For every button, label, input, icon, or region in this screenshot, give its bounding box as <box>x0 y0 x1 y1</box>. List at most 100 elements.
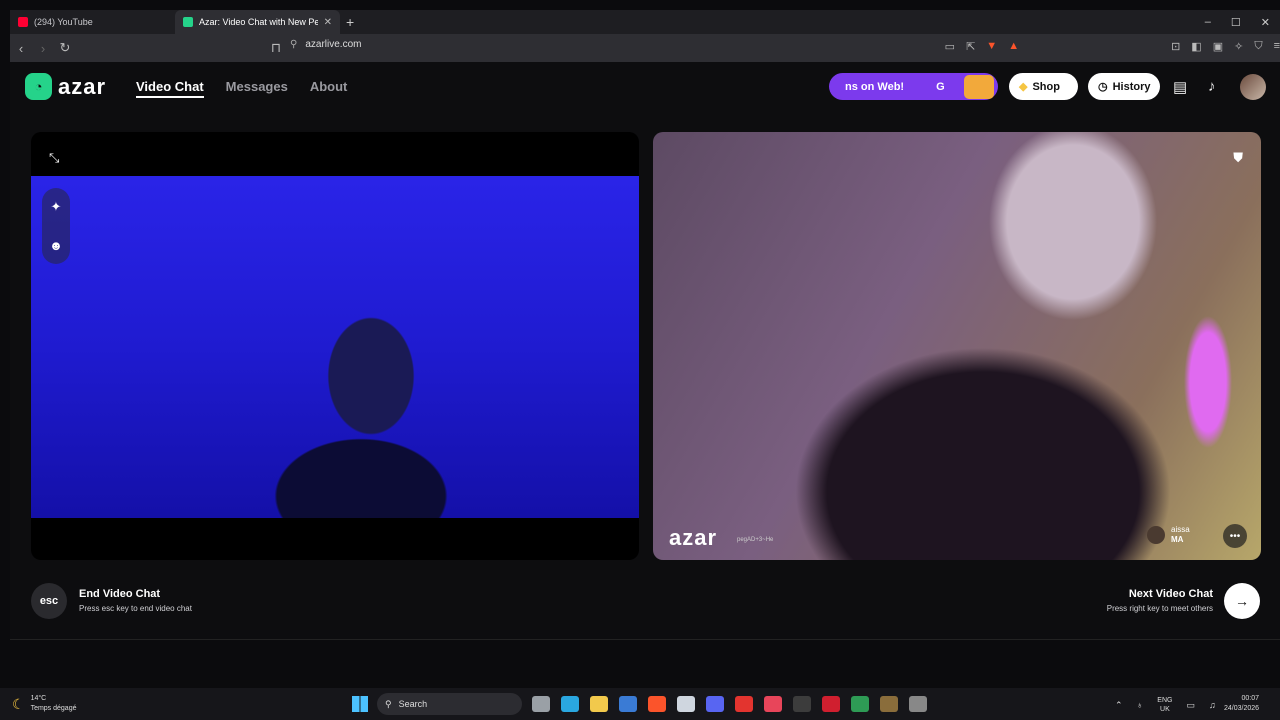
taskbar-app-icon[interactable] <box>822 696 840 712</box>
chat-bubble-icon[interactable]: ••• <box>1223 524 1247 548</box>
url-field[interactable]: ⚲ azarlive.com <box>290 39 361 50</box>
weather-widget[interactable]: ☾ 14°C Temps dégagé <box>12 694 76 714</box>
shop-button[interactable]: ◆ Shop <box>1009 73 1078 100</box>
browser-tabbar: (294) YouTube Azar: Video Chat with New … <box>10 10 1280 34</box>
chevron-up-icon[interactable]: ⌃ <box>1115 700 1123 711</box>
bookmark-icon[interactable]: ⊓ <box>265 40 287 56</box>
screenshot-icon[interactable]: ⊡ <box>1171 40 1180 53</box>
close-tab-icon[interactable]: ✕ <box>324 17 332 28</box>
history-button[interactable]: ◷ History <box>1088 73 1160 100</box>
promo-letter: G <box>936 80 945 93</box>
wallet-icon[interactable]: ▣ <box>1213 40 1223 53</box>
taskbar-app-icon[interactable] <box>532 696 550 712</box>
moon-icon: ☾ <box>12 695 25 712</box>
remote-user-name: aissa <box>1171 525 1190 534</box>
azar-page: ◔ azar Video Chat Messages About ns on W… <box>10 62 1280 640</box>
date: 24/03/2026 <box>1224 705 1260 712</box>
azar-watermark: azar <box>669 525 718 550</box>
leo-ai-icon[interactable]: ✧ <box>1234 40 1243 53</box>
system-tray: ⌃ ♁ ENG UK ▭ ♫ <box>1115 696 1216 714</box>
address-bar: ‹ › ↻ ⊓ ⚲ azarlive.com ▭ ⇱ ▼ ▲ ⊡ ◧ ▣ ✧ ⛉… <box>10 34 1280 62</box>
search-placeholder: Search <box>398 699 428 709</box>
bell-icon[interactable]: ♪ <box>1208 78 1216 95</box>
window-controls: – ☐ ✕ <box>1205 10 1270 34</box>
local-camera-feed <box>31 176 639 518</box>
report-shield-icon[interactable]: ⛊ <box>1233 150 1243 166</box>
back-icon[interactable]: ‹ <box>10 41 32 56</box>
remote-user-badge[interactable]: aissa MA <box>1147 525 1190 545</box>
reload-icon[interactable]: ↻ <box>54 40 76 56</box>
language-indicator[interactable]: ENG UK <box>1157 696 1172 714</box>
effects-toolbar: ✦ ☻ <box>42 188 70 264</box>
minimize-button[interactable]: – <box>1205 16 1211 28</box>
taskbar: ☾ 14°C Temps dégagé ⚲ Search ⌃ ♁ ENG UK … <box>0 688 1280 720</box>
end-chat-hint: Press esc key to end video chat <box>79 604 192 613</box>
next-chat-title: Next Video Chat <box>1128 588 1213 600</box>
microphone-icon[interactable]: ♁ <box>1137 700 1144 710</box>
nav-about[interactable]: About <box>310 79 348 98</box>
arrow-right-icon: → <box>1235 593 1249 609</box>
taskbar-clock[interactable]: 00:07 24/03/2026 <box>1224 694 1259 714</box>
taskbar-app-icon[interactable] <box>764 696 782 712</box>
tab-title: (294) YouTube <box>34 17 93 27</box>
taskbar-search[interactable]: ⚲ Search <box>377 693 522 715</box>
menu-icon[interactable]: ≡ <box>1274 40 1280 53</box>
new-tab-button[interactable]: + <box>346 14 354 30</box>
volume-icon[interactable]: ♫ <box>1209 700 1216 710</box>
next-chat-button[interactable]: → <box>1224 583 1260 619</box>
magic-wand-icon[interactable]: ✦ <box>51 199 62 215</box>
taskbar-app-icon[interactable] <box>735 696 753 712</box>
profile-avatar[interactable] <box>1240 74 1266 100</box>
site-info-icon[interactable]: ⚲ <box>290 39 297 50</box>
nav-video-chat[interactable]: Video Chat <box>136 79 204 98</box>
vpn-icon[interactable]: ⛉ <box>1254 40 1262 53</box>
history-label: History <box>1112 80 1151 93</box>
time: 00:07 <box>1241 695 1260 702</box>
remote-user-country: MA <box>1171 535 1184 544</box>
logo-text: azar <box>58 73 107 99</box>
promo-banner[interactable]: ns on Web! G <box>829 73 998 100</box>
end-chat-title: End Video Chat <box>79 588 161 600</box>
toolbar-icons: ▭ ⇱ ▼ ▲ ⊡ ◧ ▣ ✧ ⛉ ≡ <box>945 40 1280 53</box>
windows-start-icon[interactable] <box>352 696 368 712</box>
taskbar-app-icon[interactable] <box>851 696 869 712</box>
face-filter-icon[interactable]: ☻ <box>49 238 63 253</box>
taskbar-app-icon[interactable] <box>561 696 579 712</box>
temperature: 14°C <box>30 695 47 702</box>
azar-logo[interactable]: ◔ azar <box>25 73 106 100</box>
end-chat-button[interactable]: esc <box>31 583 67 619</box>
gem-icon: ◆ <box>1019 81 1028 93</box>
toolbar-spacer <box>1030 40 1160 53</box>
stream-id: pegAD+3~He <box>737 537 774 543</box>
remote-user-avatar <box>1147 526 1165 544</box>
maximize-button[interactable]: ☐ <box>1231 16 1241 29</box>
inbox-icon[interactable]: ▤ <box>1173 78 1187 96</box>
brave-shield-icon[interactable]: ▼ <box>986 40 997 53</box>
sidebar-icon[interactable]: ◧ <box>1191 40 1201 53</box>
taskbar-app-icon[interactable] <box>648 696 666 712</box>
taskbar-app-icon[interactable] <box>706 696 724 712</box>
taskbar-app-icon[interactable] <box>793 696 811 712</box>
azar-favicon-icon <box>183 17 193 27</box>
forward-icon[interactable]: › <box>32 41 54 56</box>
taskbar-app-icon[interactable] <box>909 696 927 712</box>
network-icon[interactable]: ▭ <box>1186 700 1195 711</box>
treasure-chest-icon <box>964 75 994 99</box>
lang-bottom: UK <box>1160 706 1170 713</box>
azar-logo-icon: ◔ <box>25 73 52 100</box>
share-icon[interactable]: ⇱ <box>966 40 975 53</box>
taskbar-app-icon[interactable] <box>677 696 695 712</box>
close-window-button[interactable]: ✕ <box>1261 16 1270 29</box>
taskbar-app-icon[interactable] <box>590 696 608 712</box>
expand-icon[interactable]: ⤡ <box>49 150 59 166</box>
weather-text: Temps dégagé <box>30 705 77 712</box>
taskbar-app-icon[interactable] <box>619 696 637 712</box>
taskbar-app-icon[interactable] <box>880 696 898 712</box>
pinned-apps <box>532 696 927 712</box>
search-icon: ⚲ <box>385 698 392 709</box>
nav-messages[interactable]: Messages <box>226 79 288 98</box>
rewards-icon[interactable]: ▲ <box>1008 40 1019 53</box>
tab-azar[interactable]: Azar: Video Chat with New Pe ✕ <box>175 10 340 34</box>
tab-youtube[interactable]: (294) YouTube <box>10 10 175 34</box>
cast-icon[interactable]: ▭ <box>945 40 955 53</box>
